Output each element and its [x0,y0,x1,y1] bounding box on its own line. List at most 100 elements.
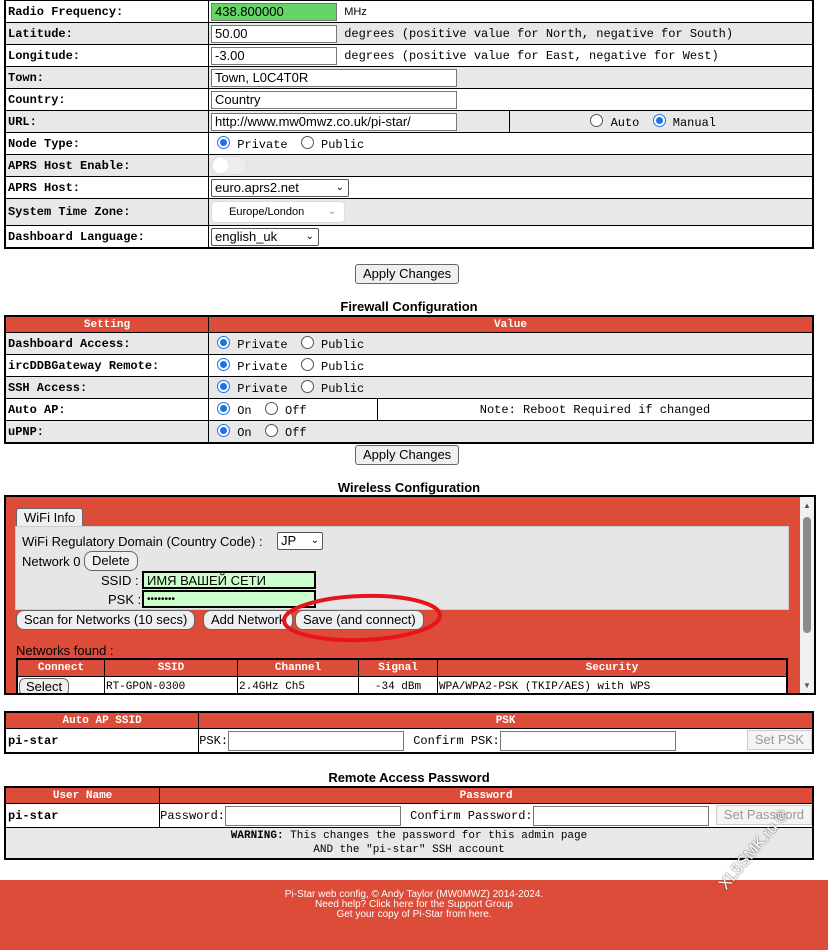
remote-warning-line1: This changes the password for this admin… [283,830,588,842]
remote-confirm-label: Confirm Password: [410,809,533,824]
radio-frequency-row: Radio Frequency: MHz [4,0,814,23]
firewall-table: Setting Value Dashboard Access: Private … [4,315,814,444]
node-type-public-radio[interactable] [300,135,314,149]
autoap-on-radio[interactable] [217,401,230,415]
dashboard-private-radio[interactable] [217,335,230,349]
set-psk-button[interactable]: Set PSK [746,730,812,751]
autoap-confirm-label: Confirm PSK: [413,734,500,749]
aprs-host-row: APRS Host: euro.aprs2.net ⌄ [4,176,814,199]
ssh-public-radio[interactable] [300,379,314,393]
ssid-input[interactable] [142,571,316,589]
autoap-header: Auto AP SSID PSK [4,711,814,729]
networks-header: Connect SSID Channel Signal Security [16,658,788,677]
latitude-row: Latitude: degrees (positive value for No… [4,22,814,45]
radio-frequency-input[interactable] [211,2,337,21]
footer-download-prefix: Get your copy of Pi-Star from [336,909,469,920]
scroll-up-icon[interactable]: ▲ [803,501,811,510]
node-type-label: Node Type: [4,132,209,155]
add-network-button[interactable]: Add Network [203,610,294,630]
wireless-title: Wireless Configuration [337,480,481,495]
chevron-down-icon: ⌄ [327,206,336,217]
url-row: URL: Auto Manual [4,110,814,133]
networks-col-security: Security [437,658,788,677]
table-row: Select RT-GPON-0300 2.4GHz Ch5 -34 dBm W… [16,676,788,693]
remote-password-label: Password: [160,809,225,824]
dashboard-private-label: Private [237,337,288,352]
language-value: english_uk [215,228,278,244]
delete-network-button[interactable]: Delete [84,551,138,571]
select-network-button[interactable]: Select [19,678,70,693]
wireless-scrollbar[interactable]: ▲ ▼ [800,497,814,693]
aprs-enable-toggle[interactable] [211,156,247,175]
networks-col-signal: Signal [358,658,438,677]
aprs-host-label: APRS Host: [4,176,209,199]
timezone-select[interactable]: Europe/London ⌄ [211,201,345,223]
remote-password-row: pi-star Password: Confirm Password: Set … [4,803,814,828]
country-input[interactable] [211,90,457,109]
ssh-label: SSH Access: [4,376,209,399]
longitude-row: Longitude: degrees (positive value for E… [4,44,814,67]
remote-confirm-input[interactable] [532,805,709,826]
aprs-enable-toggle-knob [213,158,228,173]
reg-domain-label: WiFi Regulatory Domain (Country Code) : [22,534,263,549]
network-ssid: RT-GPON-0300 [104,676,238,693]
node-type-private-radio[interactable] [217,135,230,149]
latitude-input[interactable] [211,24,337,43]
url-input[interactable] [211,112,457,131]
autoap-psk-input[interactable] [228,730,405,751]
networks-col-channel: Channel [237,658,359,677]
upnp-off-radio[interactable] [264,423,278,437]
aprs-host-select[interactable]: euro.aprs2.net ⌄ [211,178,349,197]
upnp-row: uPNP: On Off [4,420,814,444]
ircddb-public-radio[interactable] [300,357,314,371]
network-signal: -34 dBm [358,676,438,693]
dashboard-public-radio[interactable] [300,335,314,349]
autoap-psk-label: PSK: [199,734,229,749]
networks-table: Connect SSID Channel Signal Security Sel… [16,658,788,693]
aprs-host-value: euro.aprs2.net [215,179,299,195]
firewall-col-setting: Setting [4,315,209,333]
remote-warning-line2: AND the "pi-star" SSH account [313,844,505,856]
node-type-row: Node Type: Private Public [4,132,814,155]
download-link[interactable]: here [469,909,489,920]
ssh-private-radio[interactable] [217,379,230,393]
psk-label: PSK : [108,592,142,607]
upnp-label: uPNP: [4,420,209,444]
autoap-col-ssid: Auto AP SSID [4,711,200,729]
language-label: Dashboard Language: [4,225,209,249]
scrollbar-thumb[interactable] [803,517,811,633]
town-input[interactable] [211,68,457,87]
general-apply-button[interactable]: Apply Changes [355,264,460,284]
longitude-input[interactable] [211,46,337,65]
autoap-table: Auto AP SSID PSK pi-star PSK: Confirm PS… [4,711,814,754]
scan-networks-button[interactable]: Scan for Networks (10 secs) [16,610,196,630]
upnp-off-label: Off [285,425,307,440]
wifi-info-button[interactable]: WiFi Info [16,508,84,528]
url-manual-radio[interactable] [652,113,666,127]
ircddb-private-label: Private [237,359,288,374]
network-channel: 2.4GHz Ch5 [237,676,359,693]
dashboard-access-row: Dashboard Access: Private Public [4,332,814,355]
reg-domain-value: JP [281,533,297,548]
general-config-table: Radio Frequency: MHz Latitude: degrees (… [4,0,814,249]
remote-warning-bold: WARNING: [230,830,284,842]
upnp-on-radio[interactable] [217,423,230,437]
latitude-hint: degrees (positive value for North, negat… [344,26,734,41]
network-security: WPA/WPA2-PSK (TKIP/AES) with WPS [437,676,788,693]
firewall-apply-button[interactable]: Apply Changes [355,445,460,465]
reg-domain-select[interactable]: JP ⌄ [277,532,323,550]
url-auto-radio[interactable] [590,113,604,127]
language-select[interactable]: english_uk ⌄ [211,227,319,246]
firewall-col-value: Value [208,315,814,333]
firewall-title: Firewall Configuration [340,299,478,314]
autoap-confirm-input[interactable] [499,730,676,751]
scroll-down-icon[interactable]: ▼ [803,681,811,690]
remote-password-input[interactable] [224,805,401,826]
ircddb-label: ircDDBGateway Remote: [4,354,209,377]
ircddb-private-radio[interactable] [217,357,230,371]
radio-frequency-label: Radio Frequency: [4,0,209,23]
annotation-ellipse [282,593,442,643]
autoap-off-label: Off [285,403,307,418]
autoap-on-label: On [237,403,252,418]
autoap-off-radio[interactable] [264,401,278,415]
